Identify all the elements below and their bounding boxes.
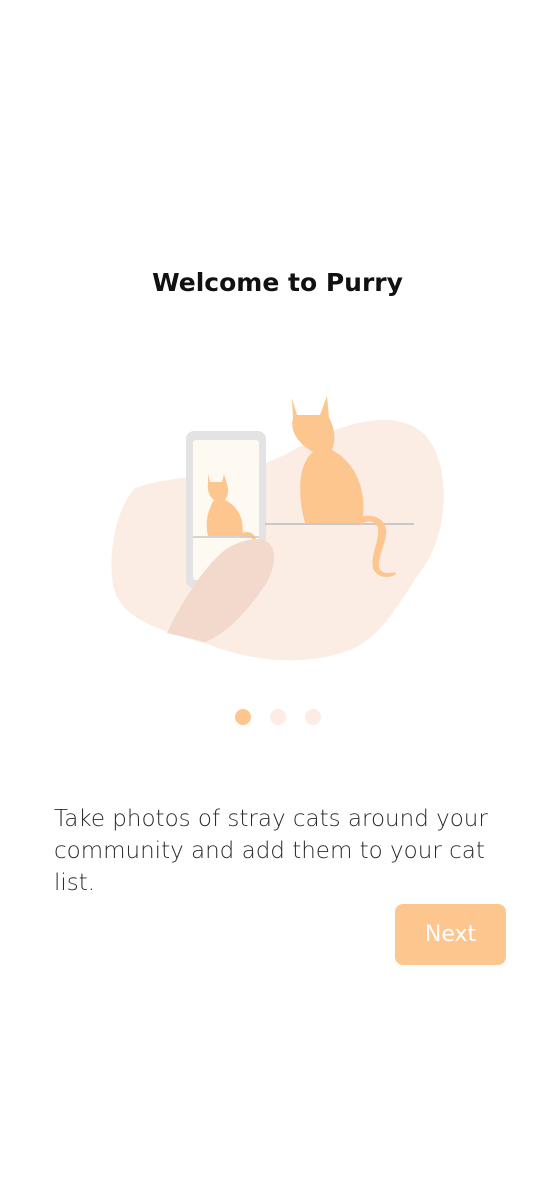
page-title: Welcome to Purry [152,268,403,297]
pagination-dot-3[interactable] [304,709,321,725]
onboarding-description: Take photos of stray cats around your co… [54,806,488,896]
pagination-dot-2[interactable] [269,709,286,725]
background-blob [111,420,444,661]
pagination-dot-1[interactable] [234,709,251,725]
pagination-dots [0,709,555,725]
cat-photo-illustration [111,396,444,661]
next-button[interactable]: Next [395,904,506,965]
